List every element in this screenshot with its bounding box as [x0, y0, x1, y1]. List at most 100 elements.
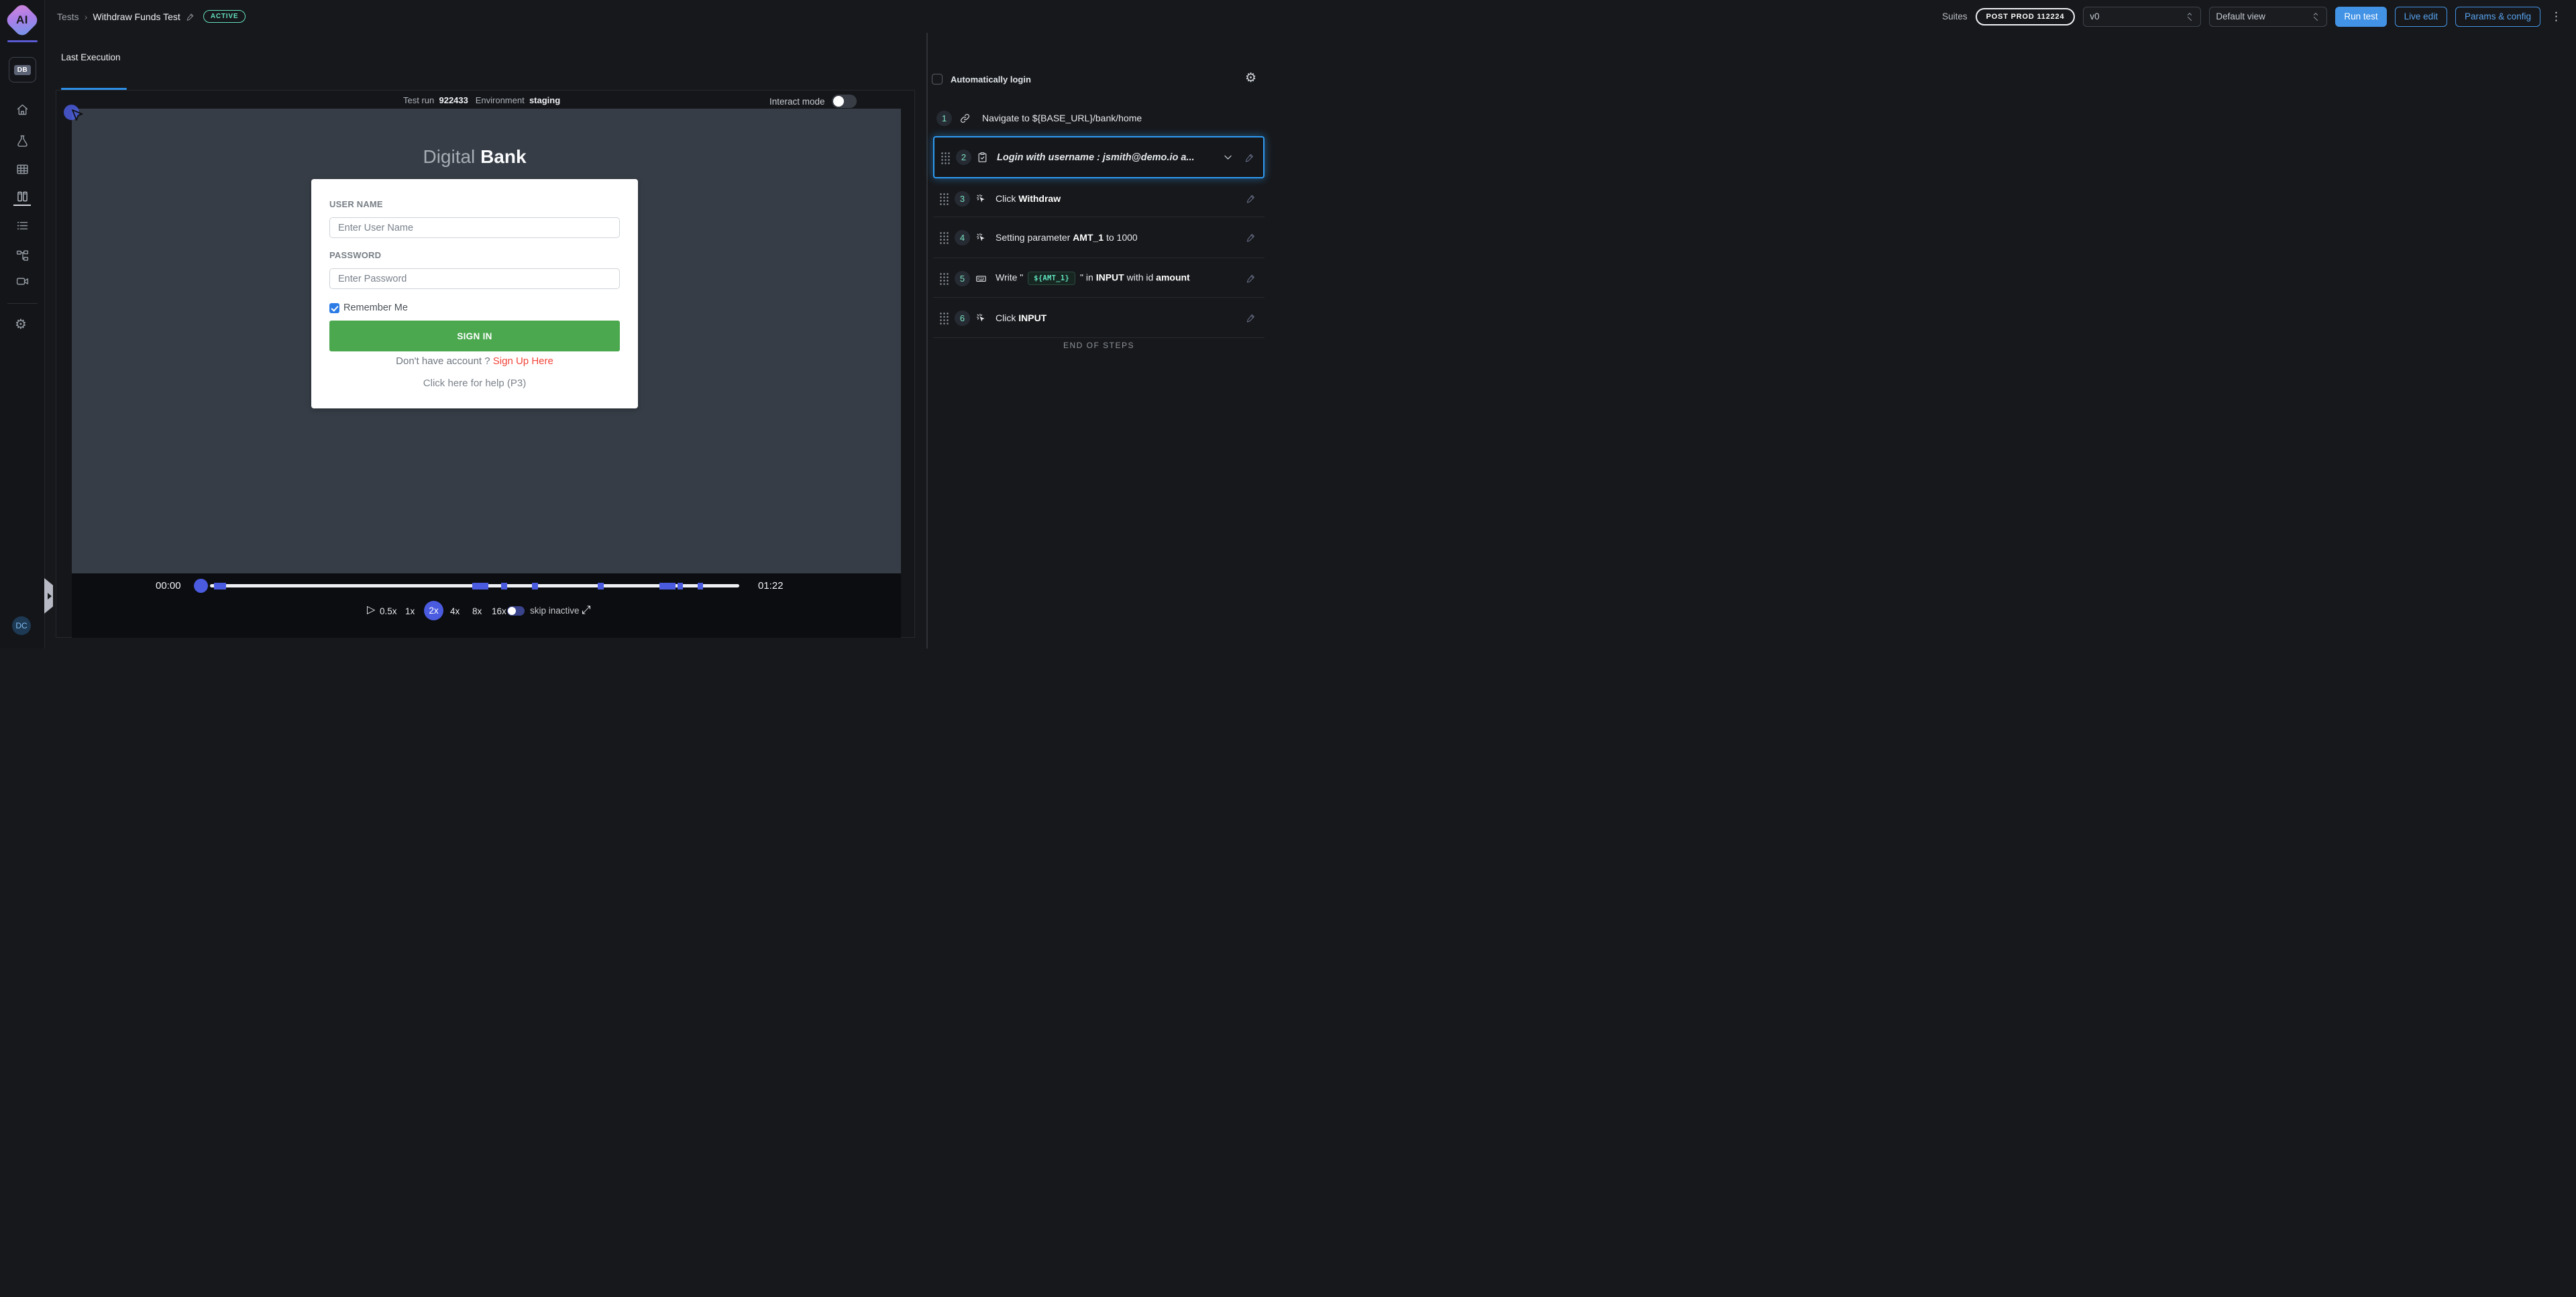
edit-pencil-icon[interactable]	[1246, 193, 1256, 204]
speed-8x[interactable]: 8x	[472, 606, 482, 616]
app-logo[interactable]: AI	[9, 7, 35, 33]
seek-track[interactable]	[210, 584, 739, 587]
video-camera-icon	[15, 274, 30, 288]
params-config-button[interactable]: Params & config	[2455, 7, 2540, 27]
version-select-value: v0	[2090, 11, 2099, 21]
current-time: 00:00	[156, 580, 181, 591]
run-test-button[interactable]: Run test	[2335, 7, 2386, 27]
step-number-badge: 2	[956, 150, 971, 165]
step-divider	[933, 337, 1265, 338]
bank-title-light: Digital	[423, 146, 480, 167]
cursor-icon	[69, 108, 85, 124]
sidebar-collapse-handle[interactable]	[44, 578, 53, 614]
kebab-menu-icon[interactable]: ⋮	[2548, 10, 2564, 23]
run-info-bar: Test run 922433 Environment staging Inte…	[56, 91, 914, 109]
speed-4x[interactable]: 4x	[450, 606, 460, 616]
drag-handle-icon[interactable]	[940, 151, 950, 164]
step-text: Click Withdraw	[996, 193, 1061, 204]
tab-last-execution[interactable]: Last Execution	[61, 52, 121, 62]
speed-16x[interactable]: 16x	[492, 606, 506, 616]
auto-login-row: Automatically login	[932, 74, 1031, 84]
step-row-6[interactable]: 6 Click INPUT	[933, 298, 1265, 338]
sign-up-link[interactable]: Sign Up Here	[493, 355, 553, 367]
sidebar-item-list[interactable]	[15, 219, 30, 233]
step-text: Click INPUT	[996, 313, 1046, 323]
drag-handle-icon[interactable]	[938, 272, 949, 285]
remember-me-checkbox[interactable]	[329, 303, 339, 313]
sidebar-item-tree[interactable]	[15, 249, 30, 263]
drag-handle-icon[interactable]	[938, 231, 949, 244]
toggle-knob	[833, 96, 844, 107]
step-number-badge: 4	[955, 230, 970, 245]
select-updown-icon	[2185, 11, 2194, 22]
gear-icon: ⚙	[1245, 71, 1256, 85]
panels-icon	[15, 190, 30, 204]
speed-2x-selected[interactable]: 2x	[424, 601, 443, 620]
seek-activity-segment	[214, 583, 227, 589]
edit-title-pencil-icon[interactable]	[186, 12, 195, 21]
password-input[interactable]	[329, 268, 620, 289]
play-icon[interactable]: ▷	[367, 605, 375, 616]
seek-activity-segment	[698, 583, 703, 589]
sidebar-settings-button[interactable]: ⚙	[15, 318, 27, 331]
sidebar-item-recordings[interactable]	[15, 274, 30, 288]
edit-pencil-icon[interactable]	[1246, 313, 1256, 323]
live-edit-button[interactable]: Live edit	[2395, 7, 2447, 27]
keyboard-icon	[975, 273, 987, 284]
skip-inactive-label: skip inactive	[530, 606, 580, 616]
view-select-value: Default view	[2216, 11, 2265, 21]
avatar[interactable]: DC	[12, 616, 31, 635]
edit-pencil-icon[interactable]	[1246, 273, 1256, 284]
skip-inactive-toggle[interactable]	[507, 606, 525, 616]
home-icon	[15, 103, 30, 117]
test-run-id: 922433	[439, 95, 468, 105]
bank-title-bold: Bank	[480, 146, 526, 167]
panel-resizer[interactable]	[926, 33, 928, 648]
workspace-badge: DB	[14, 65, 31, 75]
drag-handle-icon[interactable]	[938, 192, 949, 205]
view-select[interactable]: Default view	[2209, 7, 2327, 27]
seek-knob[interactable]	[194, 579, 208, 593]
speed-1x[interactable]: 1x	[405, 606, 415, 616]
edit-pencil-icon[interactable]	[1244, 152, 1255, 163]
sidebar-divider-bottom	[7, 303, 38, 304]
speed-0_5x[interactable]: 0.5x	[380, 606, 397, 616]
breadcrumb-tests[interactable]: Tests	[57, 11, 79, 22]
steps-settings-button[interactable]: ⚙	[1245, 72, 1256, 84]
version-select[interactable]: v0	[2083, 7, 2201, 27]
status-badge: ACTIVE	[203, 10, 246, 23]
sidebar-item-table[interactable]	[15, 162, 30, 176]
step-text: Login with username : jsmith@demo.io a..…	[997, 152, 1195, 163]
edit-pencil-icon[interactable]	[1246, 232, 1256, 243]
sidebar-item-lab[interactable]	[15, 134, 30, 148]
drag-handle-icon[interactable]	[938, 311, 949, 325]
step-row-1[interactable]: 1 Navigate to ${BASE_URL}/bank/home	[936, 107, 1265, 129]
sidebar-item-panels-active[interactable]	[15, 190, 30, 204]
breadcrumb-separator: ›	[85, 11, 88, 22]
sidebar-item-home[interactable]	[15, 103, 30, 117]
cursor-click-icon	[975, 232, 987, 243]
test-run-label: Test run	[403, 95, 434, 105]
list-icon	[15, 219, 30, 233]
step-row-3[interactable]: 3 Click Withdraw	[933, 178, 1265, 219]
step-text: Navigate to ${BASE_URL}/bank/home	[982, 113, 1142, 123]
fullscreen-expand-icon[interactable]: ⤢	[582, 604, 591, 616]
auto-login-checkbox[interactable]	[932, 74, 943, 84]
suite-pill[interactable]: POST PROD 112224	[1976, 8, 2076, 25]
step-number-badge: 3	[955, 191, 970, 207]
interact-mode-toggle[interactable]	[832, 95, 857, 108]
workspace-switcher[interactable]: DB	[9, 57, 36, 82]
replay-viewport[interactable]: Digital Bank USER NAME PASSWORD Remember…	[72, 109, 901, 573]
chevron-down-icon[interactable]	[1222, 152, 1234, 163]
step-number-badge: 1	[936, 111, 952, 126]
sign-in-button[interactable]: SIGN IN	[329, 321, 620, 351]
help-link[interactable]: Click here for help (P3)	[311, 378, 638, 389]
run-info-text: Test run 922433 Environment staging	[403, 95, 560, 105]
step-row-2-selected[interactable]: 2 Login with username : jsmith@demo.io a…	[933, 136, 1265, 178]
parameter-chip: ${AMT_1}	[1028, 272, 1075, 285]
username-input[interactable]	[329, 217, 620, 238]
step-row-4[interactable]: 4 Setting parameter AMT_1 to 1000	[933, 217, 1265, 258]
seek-activity-segment	[598, 583, 604, 589]
step-number-badge: 5	[955, 271, 970, 286]
step-row-5[interactable]: 5 Write " ${AMT_1} " in INPUT with id am…	[933, 258, 1265, 298]
